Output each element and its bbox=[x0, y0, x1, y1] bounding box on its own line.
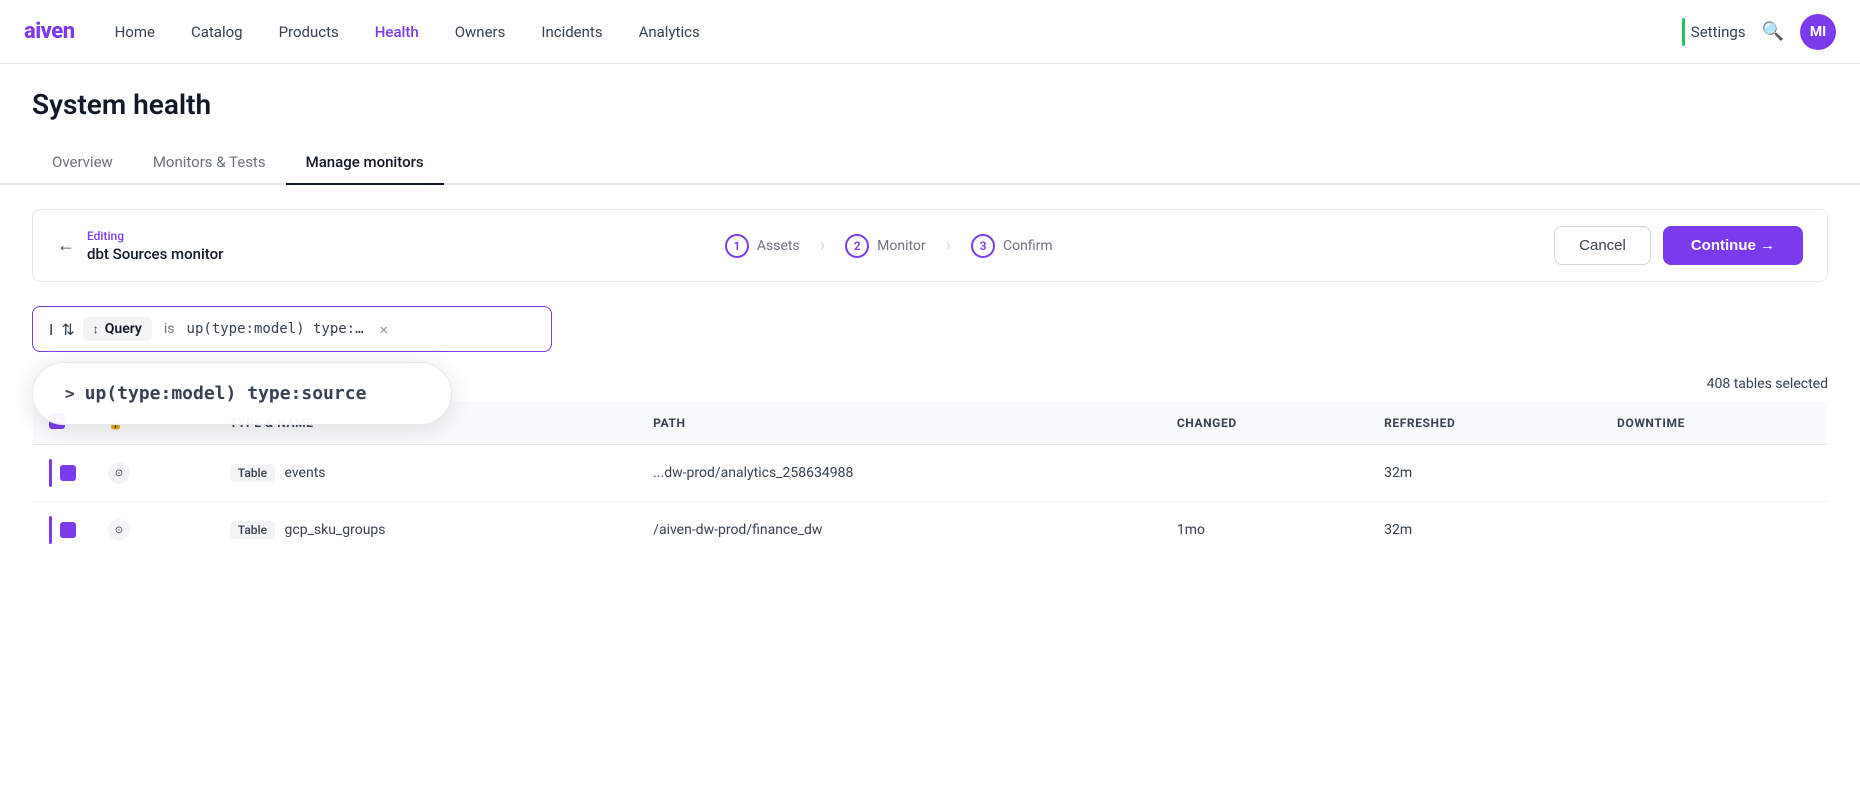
continue-button[interactable]: Continue → bbox=[1663, 226, 1803, 265]
row-select-1[interactable] bbox=[33, 445, 93, 502]
selected-count: 408 tables selected bbox=[1707, 376, 1828, 392]
step-confirm: 3 Confirm bbox=[971, 234, 1053, 258]
search-row[interactable]: I ⇅ ↕ Query is up(type:model) type:… × bbox=[32, 306, 552, 352]
nav-link-products[interactable]: Products bbox=[279, 23, 339, 41]
editing-actions: Cancel Continue → bbox=[1554, 226, 1803, 265]
nav-settings[interactable]: Settings bbox=[1682, 18, 1746, 46]
nav-link-home[interactable]: Home bbox=[115, 23, 155, 41]
settings-bar-indicator bbox=[1682, 18, 1685, 46]
query-tag[interactable]: ↕ Query bbox=[83, 317, 152, 341]
step-num-3: 3 bbox=[971, 234, 995, 258]
tag-icon: ↕ bbox=[93, 322, 99, 336]
type-badge-1: Table bbox=[230, 464, 275, 482]
nav-link-incidents[interactable]: Incidents bbox=[541, 23, 602, 41]
nav-logo[interactable]: aiven bbox=[24, 19, 75, 44]
query-is: is bbox=[164, 321, 175, 337]
table-body: ⊙ Table events ...dw-prod/analytics_2586… bbox=[33, 445, 1828, 559]
dropdown-value: up(type:model) type:source bbox=[85, 383, 367, 404]
nav-link-analytics[interactable]: Analytics bbox=[639, 23, 700, 41]
editing-left: ← Editing dbt Sources monitor bbox=[57, 229, 223, 263]
nav-link-owners[interactable]: Owners bbox=[455, 23, 506, 41]
tabs-bar: Overview Monitors & Tests Manage monitor… bbox=[0, 141, 1860, 185]
step-label-assets: Assets bbox=[757, 238, 800, 254]
step-monitor: 2 Monitor bbox=[845, 234, 926, 258]
search-area: I ⇅ ↕ Query is up(type:model) type:… × >… bbox=[32, 306, 1828, 352]
row-type-name-1: Table events bbox=[214, 445, 637, 502]
close-icon[interactable]: × bbox=[380, 320, 389, 339]
query-value: up(type:model) type:… bbox=[187, 321, 364, 337]
tab-monitors-tests[interactable]: Monitors & Tests bbox=[133, 141, 286, 185]
nav-right: Settings 🔍 MI bbox=[1682, 14, 1836, 50]
cancel-button[interactable]: Cancel bbox=[1554, 226, 1651, 265]
steps-indicator: 1 Assets › 2 Monitor › 3 Confirm bbox=[725, 234, 1053, 258]
table-row: ⊙ Table gcp_sku_groups /aiven-dw-prod/fi… bbox=[33, 502, 1828, 559]
search-dropdown[interactable]: > up(type:model) type:source bbox=[32, 362, 452, 425]
page-header: System health bbox=[0, 64, 1860, 121]
nav-link-catalog[interactable]: Catalog bbox=[191, 23, 243, 41]
row-path-1: ...dw-prod/analytics_258634988 bbox=[637, 445, 1161, 502]
col-header-path[interactable]: PATH bbox=[637, 401, 1161, 445]
step-divider-2: › bbox=[946, 235, 951, 256]
search-icon[interactable]: 🔍 bbox=[1762, 21, 1784, 42]
col-header-refreshed[interactable]: REFRESHED bbox=[1368, 401, 1601, 445]
row-downtime-2 bbox=[1601, 502, 1827, 559]
editing-name: dbt Sources monitor bbox=[87, 245, 223, 263]
nav-bar: aiven Home Catalog Products Health Owner… bbox=[0, 0, 1860, 64]
content-area: ← Editing dbt Sources monitor 1 Assets ›… bbox=[0, 185, 1860, 583]
settings-label: Settings bbox=[1691, 23, 1746, 41]
back-button[interactable]: ← bbox=[57, 235, 75, 256]
step-assets: 1 Assets bbox=[725, 234, 800, 258]
step-label-monitor: Monitor bbox=[877, 238, 926, 254]
editing-label: Editing bbox=[87, 229, 223, 243]
tab-manage-monitors[interactable]: Manage monitors bbox=[286, 141, 444, 185]
nav-link-health[interactable]: Health bbox=[375, 23, 419, 41]
nav-links: Home Catalog Products Health Owners Inci… bbox=[115, 23, 1682, 41]
row-changed-2: 1mo bbox=[1161, 502, 1368, 559]
avatar[interactable]: MI bbox=[1800, 14, 1836, 50]
page-title: System health bbox=[32, 88, 1828, 121]
row-refreshed-2: 32m bbox=[1368, 502, 1601, 559]
step-divider-1: › bbox=[820, 235, 825, 256]
query-tag-label: Query bbox=[105, 321, 142, 337]
row-name-1: events bbox=[285, 465, 326, 481]
row-type-name-2: Table gcp_sku_groups bbox=[214, 502, 637, 559]
row-icon-1: ⊙ bbox=[108, 462, 130, 484]
step-num-1: 1 bbox=[725, 234, 749, 258]
row-lock-2: ⊙ bbox=[92, 502, 214, 559]
row-refreshed-1: 32m bbox=[1368, 445, 1601, 502]
row-checkbox[interactable] bbox=[60, 522, 76, 538]
row-icon-2: ⊙ bbox=[108, 519, 130, 541]
step-label-confirm: Confirm bbox=[1003, 238, 1053, 254]
table-row: ⊙ Table events ...dw-prod/analytics_2586… bbox=[33, 445, 1828, 502]
type-badge-2: Table bbox=[230, 521, 275, 539]
editing-bar: ← Editing dbt Sources monitor 1 Assets ›… bbox=[32, 209, 1828, 282]
row-changed-1 bbox=[1161, 445, 1368, 502]
col-header-downtime[interactable]: DOWNTIME bbox=[1601, 401, 1827, 445]
col-header-changed[interactable]: CHANGED bbox=[1161, 401, 1368, 445]
sort-icon: ⇅ bbox=[61, 320, 74, 339]
row-path-2: /aiven-dw-prod/finance_dw bbox=[637, 502, 1161, 559]
text-cursor-icon: I bbox=[49, 320, 53, 339]
dropdown-chevron-icon: > bbox=[65, 384, 75, 403]
row-name-2: gcp_sku_groups bbox=[285, 522, 386, 538]
row-lock-1: ⊙ bbox=[92, 445, 214, 502]
dropdown-item[interactable]: > up(type:model) type:source bbox=[65, 383, 419, 404]
step-num-2: 2 bbox=[845, 234, 869, 258]
row-downtime-1 bbox=[1601, 445, 1827, 502]
row-checkbox[interactable] bbox=[60, 465, 76, 481]
row-indicator bbox=[49, 459, 52, 487]
row-select-2[interactable] bbox=[33, 502, 93, 559]
row-indicator bbox=[49, 516, 52, 544]
tab-overview[interactable]: Overview bbox=[32, 141, 133, 185]
editing-info: Editing dbt Sources monitor bbox=[87, 229, 223, 263]
